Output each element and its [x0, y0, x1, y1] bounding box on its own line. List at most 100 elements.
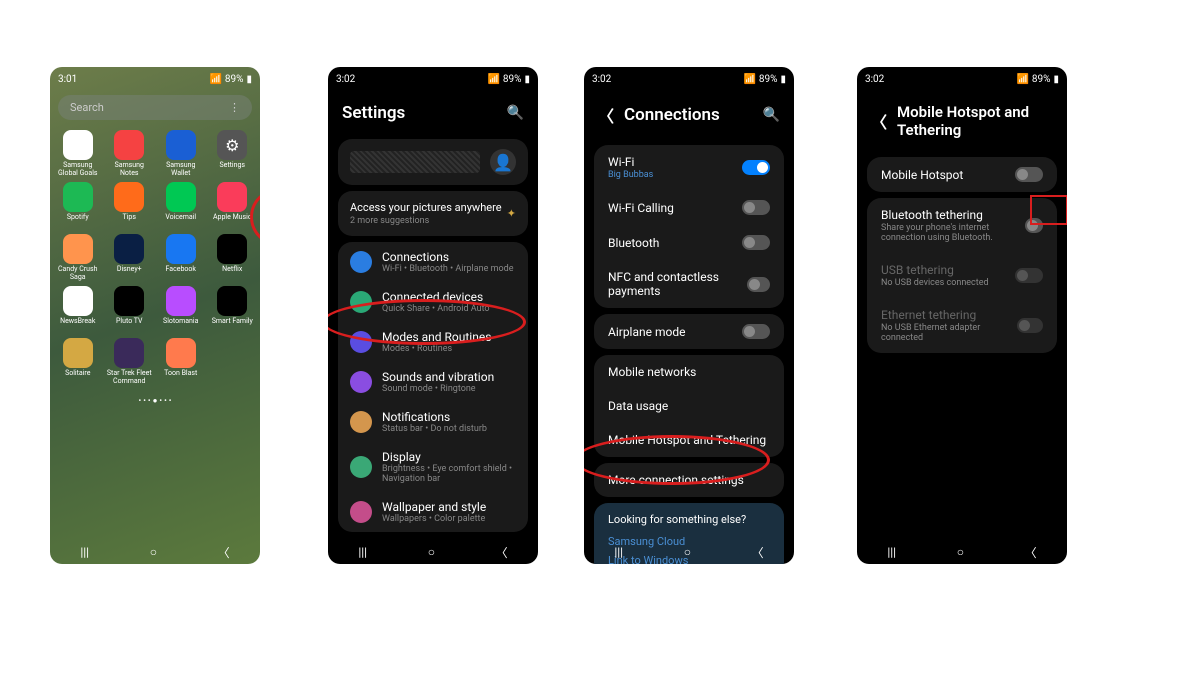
- toggle-switch[interactable]: [1025, 218, 1043, 233]
- settings-item[interactable]: Modes and RoutinesModes • Routines: [338, 322, 528, 362]
- settings-row[interactable]: Airplane mode: [594, 314, 784, 349]
- settings-item-icon: [350, 501, 372, 523]
- app-icon[interactable]: NewsBreak: [54, 286, 102, 334]
- row-sub: Share your phone's internet connection u…: [881, 223, 1025, 243]
- app-icon[interactable]: Toon Blast: [157, 338, 205, 386]
- app-label: Pluto TV: [116, 318, 142, 334]
- back-button[interactable]: 〈: [496, 544, 508, 561]
- recents-button[interactable]: |||: [358, 545, 367, 559]
- settings-row[interactable]: Bluetooth tetheringShare your phone's in…: [867, 198, 1057, 253]
- settings-item-sub: Status bar • Do not disturb: [382, 424, 487, 434]
- app-icon[interactable]: Voicemail: [157, 182, 205, 230]
- status-time: 3:01: [58, 74, 77, 85]
- app-icon[interactable]: Tips: [106, 182, 154, 230]
- status-bar: 3:02 📶 89%▮: [857, 67, 1067, 91]
- nav-bar[interactable]: ||| ○ 〈: [857, 540, 1067, 564]
- settings-item-sub: Modes • Routines: [382, 344, 491, 354]
- settings-item[interactable]: DisplayBrightness • Eye comfort shield •…: [338, 442, 528, 492]
- app-icon[interactable]: Apple Music: [209, 182, 257, 230]
- settings-row[interactable]: Bluetooth: [594, 225, 784, 260]
- app-icon[interactable]: Disney+: [106, 234, 154, 282]
- settings-row[interactable]: Mobile Hotspot: [867, 157, 1057, 192]
- recents-button[interactable]: |||: [887, 545, 896, 559]
- settings-item-sub: Quick Share • Android Auto: [382, 304, 490, 314]
- header: Settings 🔍: [328, 91, 538, 135]
- app-icon[interactable]: Samsung Global Goals: [54, 130, 102, 178]
- back-button[interactable]: 〈: [218, 544, 230, 561]
- settings-row[interactable]: Mobile networks: [594, 355, 784, 389]
- app-icon[interactable]: Solitaire: [54, 338, 102, 386]
- back-button[interactable]: 〈: [752, 544, 764, 561]
- app-icon-image: [217, 286, 247, 316]
- nav-bar[interactable]: ||| ○ 〈: [584, 540, 794, 564]
- settings-item[interactable]: Connected devicesQuick Share • Android A…: [338, 282, 528, 322]
- search-icon[interactable]: 🔍: [763, 107, 780, 123]
- search-icon[interactable]: 🔍: [507, 105, 524, 121]
- status-bar: 3:02 📶 89%▮: [328, 67, 538, 91]
- settings-row[interactable]: Data usage: [594, 389, 784, 423]
- app-icon[interactable]: Facebook: [157, 234, 205, 282]
- settings-row[interactable]: Ethernet tetheringNo USB Ethernet adapte…: [867, 298, 1057, 353]
- recents-button[interactable]: |||: [80, 545, 89, 559]
- app-icon-image: [114, 338, 144, 368]
- settings-item[interactable]: Sounds and vibrationSound mode • Rington…: [338, 362, 528, 402]
- settings-row[interactable]: Wi-Fi Calling: [594, 190, 784, 225]
- app-label: Settings: [219, 162, 245, 178]
- back-icon[interactable]: 〈: [598, 103, 614, 127]
- recents-button[interactable]: |||: [614, 545, 623, 559]
- toggle-switch[interactable]: [1015, 167, 1043, 182]
- row-sub: No USB devices connected: [881, 278, 989, 288]
- app-icon-image: [63, 338, 93, 368]
- nav-bar[interactable]: ||| ○ 〈: [328, 540, 538, 564]
- settings-item[interactable]: Wallpaper and styleWallpapers • Color pa…: [338, 492, 528, 532]
- app-icon[interactable]: ⚙Settings: [209, 130, 257, 178]
- app-icon[interactable]: Samsung Wallet: [157, 130, 205, 178]
- toggle-switch[interactable]: [1017, 318, 1043, 333]
- app-icon[interactable]: Star Trek Fleet Command: [106, 338, 154, 386]
- app-icon[interactable]: Netflix: [209, 234, 257, 282]
- home-button[interactable]: ○: [428, 545, 435, 559]
- settings-row[interactable]: Mobile Hotspot and Tethering: [594, 423, 784, 457]
- more-icon[interactable]: ⋮: [229, 101, 240, 114]
- toggle-switch[interactable]: [742, 160, 770, 175]
- app-icon[interactable]: Candy Crush Saga: [54, 234, 102, 282]
- page-dots[interactable]: • • • ● • • •: [50, 396, 260, 405]
- settings-row[interactable]: More connection settings: [594, 463, 784, 497]
- suggestion-title: Access your pictures anywhere: [350, 201, 502, 214]
- settings-item-sub: Sound mode • Ringtone: [382, 384, 494, 394]
- back-button[interactable]: 〈: [1025, 544, 1037, 561]
- settings-row[interactable]: Wi-FiBig Bubbas: [594, 145, 784, 190]
- phone-connections: 3:02 📶 89%▮ 〈 Connections 🔍 Wi-FiBig Bub…: [584, 67, 794, 564]
- suggestion-card[interactable]: Access your pictures anywhere 2 more sug…: [338, 191, 528, 236]
- settings-item[interactable]: ConnectionsWi-Fi • Bluetooth • Airplane …: [338, 242, 528, 282]
- app-label: Voicemail: [165, 214, 196, 230]
- status-time: 3:02: [592, 74, 611, 85]
- home-button[interactable]: ○: [684, 545, 691, 559]
- home-button[interactable]: ○: [150, 545, 157, 559]
- toggle-switch[interactable]: [1015, 268, 1043, 283]
- profile-card[interactable]: 👤: [338, 139, 528, 185]
- settings-row[interactable]: NFC and contactless payments: [594, 260, 784, 308]
- toggle-switch[interactable]: [742, 324, 770, 339]
- app-icon[interactable]: Spotify: [54, 182, 102, 230]
- back-icon[interactable]: 〈: [871, 109, 887, 133]
- nav-bar[interactable]: ||| ○ 〈: [50, 540, 260, 564]
- suggestion-sub: 2 more suggestions: [350, 216, 502, 226]
- app-label: Candy Crush Saga: [54, 266, 102, 282]
- toggle-switch[interactable]: [742, 235, 770, 250]
- row-title: Airplane mode: [608, 325, 685, 339]
- connections-group-4: More connection settings: [594, 463, 784, 497]
- toggle-switch[interactable]: [742, 200, 770, 215]
- app-icon[interactable]: Samsung Notes: [106, 130, 154, 178]
- profile-name-blurred: [350, 151, 480, 173]
- settings-row[interactable]: USB tetheringNo USB devices connected: [867, 253, 1057, 298]
- app-label: Star Trek Fleet Command: [106, 370, 154, 386]
- app-icon[interactable]: Smart Family: [209, 286, 257, 334]
- app-icon[interactable]: Slotomania: [157, 286, 205, 334]
- home-button[interactable]: ○: [957, 545, 964, 559]
- toggle-switch[interactable]: [747, 277, 770, 292]
- app-icon[interactable]: Pluto TV: [106, 286, 154, 334]
- search-bar[interactable]: Search ⋮: [58, 95, 252, 120]
- settings-item[interactable]: NotificationsStatus bar • Do not disturb: [338, 402, 528, 442]
- app-icon-image: [63, 234, 93, 264]
